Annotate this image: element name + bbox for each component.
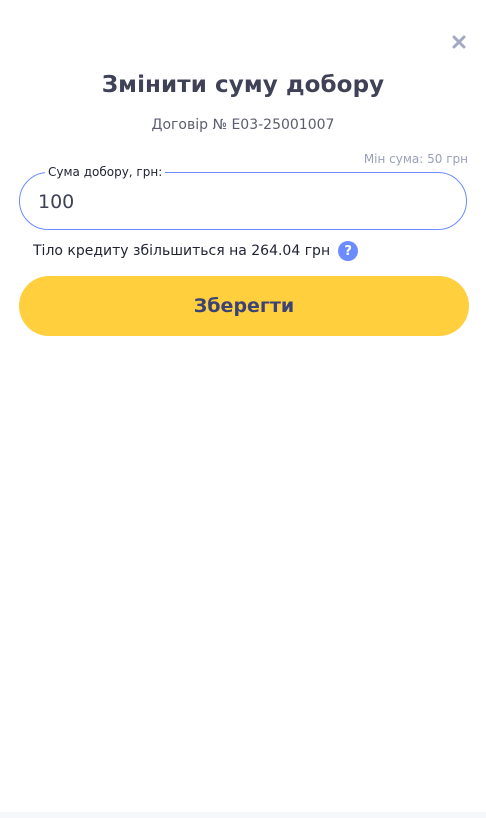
bottom-strip: [0, 812, 486, 818]
close-icon: [452, 35, 466, 49]
modal-title: Змінити суму добору: [101, 72, 385, 98]
credit-info-row: Тіло кредиту збільшиться на 264.04 грн ?: [33, 241, 359, 261]
save-button[interactable]: Зберегти: [19, 276, 469, 336]
contract-number: Договір № Е03-25001007: [151, 117, 335, 133]
amount-input[interactable]: [38, 187, 438, 217]
amount-field-label: Сума добору, грн:: [45, 165, 166, 179]
modal-dialog: Змінити суму добору Договір № Е03-250010…: [0, 0, 486, 812]
amount-field[interactable]: Сума добору, грн:: [19, 165, 467, 230]
min-sum-hint: Мін сума: 50 грн: [363, 152, 468, 166]
close-button[interactable]: [449, 32, 469, 52]
question-circle-icon[interactable]: ?: [338, 241, 359, 261]
credit-increase-text: Тіло кредиту збільшиться на 264.04 грн: [33, 243, 331, 259]
